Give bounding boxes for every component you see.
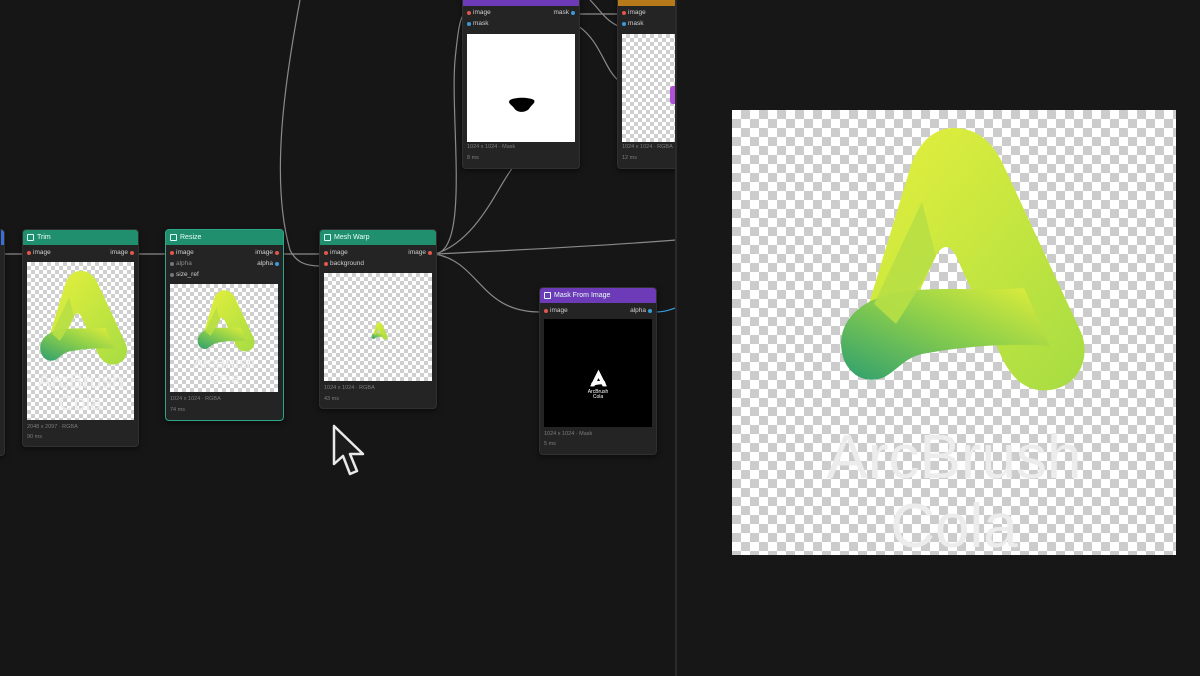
mesh-warp-preview-thumbnail	[324, 273, 432, 381]
mask-from-image-node[interactable]: Mask From Image image alpha ArcBrush Col…	[539, 287, 657, 455]
mask-from-image-input-image[interactable]: image	[544, 305, 568, 316]
mask-thumb-text-line2: Cola	[592, 394, 604, 400]
trim-output-image[interactable]: image	[110, 247, 134, 258]
resize-output-alpha[interactable]: alpha	[257, 258, 279, 269]
trim-preview-thumbnail: ArcBrush Cola	[27, 262, 134, 420]
arcbrush-logo-icon	[368, 321, 390, 341]
mask-from-image-meta-size: 1024 x 1024 · Mask	[544, 431, 593, 437]
orange-node-meta-size: 1024 x 1024 · RGBA	[622, 144, 673, 150]
trim-thumb-text-line1: ArcBrush	[37, 370, 124, 393]
mask-node-input-mask[interactable]: mask	[467, 18, 489, 29]
input-port-dot[interactable]	[170, 261, 174, 266]
mask-from-image-meta-time: 5 ms	[544, 441, 556, 447]
node-graph-canvas[interactable]: Trim image image ArcBrush Cola 2048 x 20…	[0, 0, 676, 676]
output-port-dot[interactable]	[275, 250, 279, 255]
resize-thumb-text-line2: Cola	[208, 370, 240, 387]
output-preview-image: ArcBrush Cola	[732, 110, 1176, 555]
input-port-dot[interactable]	[622, 10, 626, 15]
preview-text-line1: ArcBrush	[826, 423, 1082, 492]
mask-from-image-node-title: Mask From Image	[554, 292, 611, 299]
mask-node-input-image[interactable]: image	[467, 7, 491, 18]
resize-meta-time: 74 ms	[170, 407, 185, 413]
resize-output-image[interactable]: image	[255, 247, 279, 258]
orange-node[interactable]: image mask 1024 x 1024 · RGBA 12 ms	[617, 0, 676, 169]
resize-input-alpha[interactable]: alpha	[170, 258, 192, 269]
input-port-dot[interactable]	[27, 250, 31, 255]
mesh-warp-node-title: Mesh Warp	[334, 234, 370, 241]
resize-icon	[170, 234, 177, 241]
mask-blob-shape	[509, 97, 535, 112]
preview-text-line2: Cola	[890, 492, 1018, 555]
mouse-pointer-icon	[332, 424, 365, 476]
mask-node-output-mask[interactable]: mask	[553, 7, 575, 18]
arcbrush-logo-icon	[794, 110, 1114, 410]
output-port-dot[interactable]	[648, 308, 652, 313]
resize-input-image[interactable]: image	[170, 247, 194, 258]
input-port-dot[interactable]	[467, 21, 471, 26]
input-port-dot[interactable]	[622, 21, 626, 26]
mesh-warp-meta-size: 1024 x 1024 · RGBA	[324, 385, 375, 391]
input-port-dot[interactable]	[170, 250, 174, 255]
trim-node[interactable]: Trim image image ArcBrush Cola 2048 x 20…	[22, 229, 139, 447]
resize-node-title: Resize	[180, 234, 202, 241]
orange-node-input-image[interactable]: image	[622, 7, 646, 18]
mesh-warp-input-image[interactable]: image	[324, 247, 348, 258]
mask-preview-thumbnail	[467, 34, 575, 142]
mask-node-meta-time: 8 ms	[467, 155, 479, 161]
input-port-dot[interactable]	[467, 10, 471, 15]
resize-input-size-ref[interactable]: size_ref	[170, 269, 199, 280]
mesh-warp-node-header[interactable]: Mesh Warp	[320, 230, 436, 245]
input-port-dot[interactable]	[324, 250, 328, 255]
arcbrush-logo-icon	[184, 286, 264, 356]
resize-node-header[interactable]: Resize	[166, 230, 283, 245]
mask-from-image-output-alpha[interactable]: alpha	[630, 305, 652, 316]
resize-meta-size: 1024 x 1024 · RGBA	[170, 396, 221, 402]
orange-node-input-mask[interactable]: mask	[622, 18, 644, 29]
output-port-dot[interactable]	[130, 250, 134, 255]
input-port-dot[interactable]	[324, 261, 328, 266]
mask-from-image-preview-thumbnail: ArcBrush Cola	[544, 319, 652, 427]
mesh-warp-node[interactable]: Mesh Warp image image background 1024 x …	[319, 229, 437, 409]
output-port-dot[interactable]	[275, 261, 279, 266]
mesh-warp-output-image[interactable]: image	[408, 247, 432, 258]
white-logo-mask-icon	[590, 369, 607, 387]
output-port-dot[interactable]	[428, 250, 432, 255]
mesh-warp-meta-time: 43 ms	[324, 396, 339, 402]
input-port-dot[interactable]	[544, 308, 548, 313]
orange-node-preview-thumbnail	[622, 34, 676, 142]
crop-icon	[27, 234, 34, 241]
orange-node-meta-time: 12 ms	[622, 155, 637, 161]
resize-preview-thumbnail: ArcBrush Cola	[170, 284, 278, 392]
arcbrush-logo-icon	[27, 264, 134, 372]
output-port-dot[interactable]	[571, 10, 575, 15]
input-port-dot[interactable]	[170, 272, 174, 277]
offscreen-node-left[interactable]	[0, 229, 5, 456]
trim-node-header[interactable]: Trim	[23, 230, 138, 245]
trim-node-title: Trim	[37, 234, 51, 241]
trim-meta-time: 90 ms	[27, 434, 42, 440]
resize-node[interactable]: Resize image image alpha alpha size_ref …	[165, 229, 284, 421]
mask-icon	[544, 292, 551, 299]
trim-input-image[interactable]: image	[27, 247, 51, 258]
trim-meta-size: 2048 x 2097 · RGBA	[27, 424, 78, 430]
mask-from-image-node-header[interactable]: Mask From Image	[540, 288, 656, 303]
mesh-warp-input-background[interactable]: background	[324, 258, 364, 269]
trim-thumb-text-line2: Cola	[58, 392, 103, 415]
mask-node[interactable]: image mask mask 1024 x 1024 · Mask 8 ms	[462, 0, 580, 169]
mask-node-meta-size: 1024 x 1024 · Mask	[467, 144, 516, 150]
mesh-warp-icon	[324, 234, 331, 241]
